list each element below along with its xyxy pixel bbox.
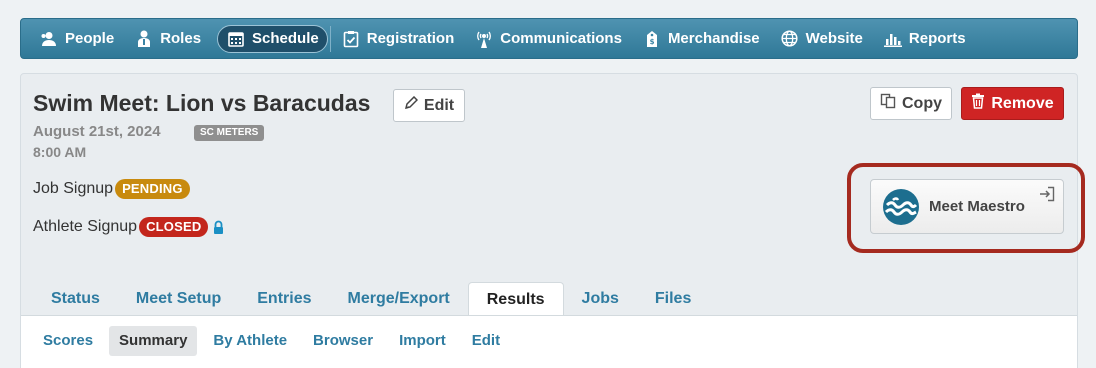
pencil-icon xyxy=(404,95,418,115)
tab-status[interactable]: Status xyxy=(33,282,118,315)
nav-item-schedule[interactable]: Schedule xyxy=(217,24,328,53)
people-icon xyxy=(39,30,59,48)
remove-button[interactable]: Remove xyxy=(961,87,1064,120)
nav-label: Website xyxy=(805,30,863,47)
job-signup-label: Job Signup xyxy=(33,180,114,197)
event-time: 8:00 AM xyxy=(33,144,87,160)
tab-meet-setup[interactable]: Meet Setup xyxy=(118,282,239,315)
tab-entries[interactable]: Entries xyxy=(239,282,329,315)
nav-divider xyxy=(329,25,331,52)
lock-icon xyxy=(213,220,224,235)
copy-label: Copy xyxy=(902,94,942,112)
meet-maestro-label: Meet Maestro xyxy=(929,198,1025,215)
job-signup-row: Job Signup PENDING xyxy=(33,179,190,199)
sub-tabs: Scores Summary By Athlete Browser Import… xyxy=(33,326,510,356)
svg-text:$: $ xyxy=(650,38,655,46)
tab-jobs[interactable]: Jobs xyxy=(564,282,637,315)
athlete-status-badge: CLOSED xyxy=(139,217,209,237)
main-tabs: Status Meet Setup Entries Merge/Export R… xyxy=(33,282,709,315)
calendar-icon xyxy=(226,30,246,48)
tab-merge-export[interactable]: Merge/Export xyxy=(330,282,468,315)
nav-label: People xyxy=(65,30,115,47)
subtab-summary[interactable]: Summary xyxy=(109,326,198,356)
subtab-scores[interactable]: Scores xyxy=(33,326,103,356)
tab-files[interactable]: Files xyxy=(637,282,709,315)
course-badge: SC METERS xyxy=(194,125,265,141)
job-status-badge: PENDING xyxy=(115,179,190,199)
event-panel: Swim Meet: Lion vs Baracudas Edit Copy R… xyxy=(20,73,1085,368)
clipboard-icon xyxy=(341,30,361,48)
tab-results[interactable]: Results xyxy=(467,282,564,315)
nav-item-website[interactable]: Website xyxy=(776,25,873,53)
nav-item-reports[interactable]: Reports xyxy=(879,25,976,53)
subtab-edit[interactable]: Edit xyxy=(462,326,510,356)
tag-icon: $ xyxy=(642,30,662,48)
event-date: August 21st, 2024 xyxy=(33,123,161,140)
meet-maestro-logo-icon xyxy=(883,188,919,225)
main-nav: People Roles Schedule Registration Commu… xyxy=(20,18,1078,59)
copy-button[interactable]: Copy xyxy=(870,87,952,120)
nav-item-merchandise[interactable]: $ Merchandise xyxy=(638,25,770,53)
subtab-bar: Scores Summary By Athlete Browser Import… xyxy=(21,315,1077,368)
edit-button[interactable]: Edit xyxy=(393,89,465,122)
nav-label: Communications xyxy=(500,30,622,47)
sign-in-icon xyxy=(1039,186,1055,207)
remove-label: Remove xyxy=(991,94,1054,112)
nav-label: Merchandise xyxy=(667,30,760,47)
globe-icon xyxy=(780,30,800,48)
athlete-signup-row: Athlete Signup CLOSED xyxy=(33,217,224,237)
meet-maestro-button[interactable]: Meet Maestro xyxy=(870,179,1064,234)
nav-label: Roles xyxy=(160,30,202,47)
nav-item-communications[interactable]: Communications xyxy=(470,25,632,53)
athlete-signup-label: Athlete Signup xyxy=(33,218,138,235)
nav-item-roles[interactable]: Roles xyxy=(130,25,211,53)
broadcast-icon xyxy=(474,30,494,48)
nav-label: Schedule xyxy=(252,30,319,47)
bar-chart-icon xyxy=(883,30,903,48)
copy-icon xyxy=(880,93,896,114)
subtab-browser[interactable]: Browser xyxy=(303,326,383,356)
event-title: Swim Meet: Lion vs Baracudas xyxy=(33,90,371,116)
nav-label: Reports xyxy=(908,30,966,47)
subtab-by-athlete[interactable]: By Athlete xyxy=(203,326,297,356)
nav-item-people[interactable]: People xyxy=(35,25,124,53)
subtab-import[interactable]: Import xyxy=(389,326,456,356)
nav-item-registration[interactable]: Registration xyxy=(337,25,465,53)
trash-icon xyxy=(971,93,985,114)
nav-label: Registration xyxy=(366,30,455,47)
roles-icon xyxy=(134,30,154,48)
tabs-area: Status Meet Setup Entries Merge/Export R… xyxy=(21,266,1077,368)
edit-label: Edit xyxy=(423,96,455,114)
